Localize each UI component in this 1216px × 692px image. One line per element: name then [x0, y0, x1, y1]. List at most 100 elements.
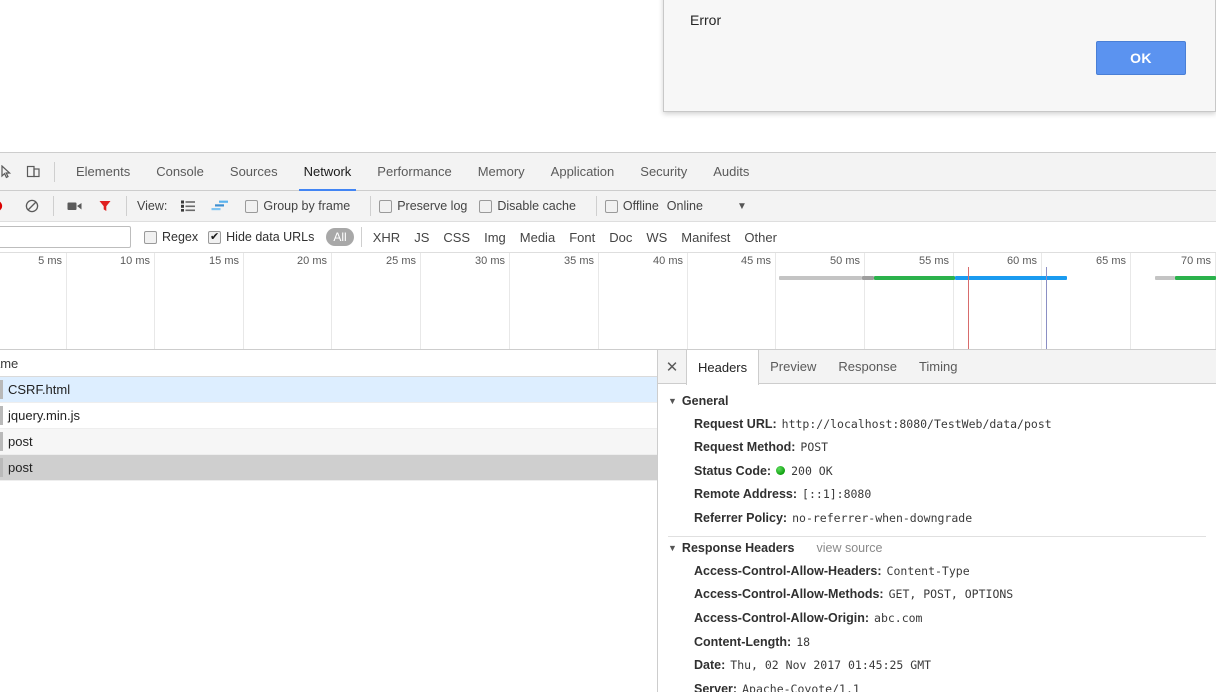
filter-type-other[interactable]: Other	[737, 228, 784, 247]
filter-type-doc[interactable]: Doc	[602, 228, 639, 247]
filter-type-img[interactable]: Img	[477, 228, 513, 247]
response-header-row: Content-Length: 18	[658, 630, 1216, 654]
network-filter-bar: lter Regex Hide data URLs All XHR JS CSS…	[0, 222, 1216, 253]
headers-body: ▼ General Request URL: http://localhost:8…	[658, 384, 1216, 692]
tab-elements[interactable]: Elements	[63, 153, 143, 191]
view-source-link[interactable]: view source	[816, 541, 882, 555]
response-header-row: Server: Apache-Coyote/1.1	[658, 677, 1216, 692]
detail-tab-preview[interactable]: Preview	[759, 350, 827, 384]
device-toolbar-icon[interactable]	[20, 159, 46, 185]
tab-audits[interactable]: Audits	[700, 153, 762, 191]
hide-data-urls-box	[208, 230, 222, 244]
request-list-header[interactable]: ame	[0, 350, 657, 377]
hide-data-urls-label: Hide data URLs	[226, 230, 315, 244]
general-row: Request Method: POST	[658, 436, 1216, 460]
general-row: Request URL: http://localhost:8080/TestWe…	[658, 412, 1216, 436]
close-icon[interactable]: ✕	[658, 350, 686, 384]
group-by-frame-label: Group by frame	[263, 199, 351, 213]
record-button-icon[interactable]	[0, 199, 7, 213]
disable-cache-checkbox[interactable]: Disable cache	[479, 199, 576, 213]
request-name: jquery.min.js	[8, 408, 81, 423]
regex-box	[144, 230, 157, 244]
table-row[interactable]: jquery.min.js	[0, 403, 657, 429]
tab-application[interactable]: Application	[538, 153, 628, 191]
header-key: Content-Length:	[694, 634, 792, 649]
table-row[interactable]: post	[0, 455, 657, 481]
tab-performance[interactable]: Performance	[364, 153, 464, 191]
request-1-waiting	[862, 276, 874, 280]
devtools-panel: Elements Console Sources Network Perform…	[0, 152, 1216, 692]
hide-data-urls-checkbox[interactable]: Hide data URLs	[208, 230, 314, 244]
header-key: Request Method:	[694, 440, 796, 455]
dom-content-loaded-line	[968, 267, 969, 349]
general-rows: Request URL: http://localhost:8080/TestWe…	[658, 412, 1216, 530]
header-key: Server:	[694, 681, 738, 692]
filter-type-all[interactable]: All	[326, 228, 354, 246]
offline-label: Offline	[622, 199, 659, 213]
response-headers-section-header[interactable]: ▼ Response Headers view source	[658, 537, 1216, 559]
preserve-log-checkbox[interactable]: Preserve log	[379, 199, 467, 213]
header-key: Access-Control-Allow-Headers:	[694, 563, 882, 578]
regex-checkbox[interactable]: Regex	[144, 230, 198, 244]
tab-security[interactable]: Security	[627, 153, 700, 191]
detail-tab-timing[interactable]: Timing	[908, 350, 969, 384]
toolbar-divider-4	[370, 196, 372, 216]
header-value: Content-Type	[886, 563, 970, 578]
tab-sources[interactable]: Sources	[217, 153, 291, 191]
disable-cache-box	[479, 199, 493, 213]
filter-type-media[interactable]: Media	[513, 228, 562, 247]
disable-cache-label: Disable cache	[497, 199, 576, 213]
filter-type-xhr[interactable]: XHR	[366, 228, 407, 247]
request-name: CSRF.html	[8, 382, 71, 397]
filter-input[interactable]: lter	[0, 226, 131, 248]
request-list-panel: ame CSRF.html jquery.min.js post post	[0, 350, 658, 692]
dialog-ok-button[interactable]: OK	[1096, 41, 1186, 75]
tab-network[interactable]: Network	[291, 153, 365, 191]
network-toolbar: View: Group by frame Preserve log Disabl…	[0, 191, 1216, 222]
capture-screenshots-icon[interactable]	[62, 193, 88, 219]
throttling-value[interactable]: Online	[667, 199, 703, 213]
toolbar-divider-2	[53, 196, 54, 216]
chevron-down-icon[interactable]: ▼	[737, 201, 747, 212]
group-by-frame-checkbox[interactable]: Group by frame	[245, 199, 350, 213]
general-section-header[interactable]: ▼ General	[658, 390, 1216, 412]
filter-type-js[interactable]: JS	[407, 228, 436, 247]
clear-button-icon[interactable]	[19, 193, 45, 219]
general-row: Referrer Policy: no-referrer-when-downgra…	[658, 507, 1216, 531]
filter-divider	[360, 227, 362, 247]
toolbar-divider-5	[595, 196, 597, 216]
filter-type-font[interactable]: Font	[562, 228, 602, 247]
header-key: Access-Control-Allow-Origin:	[694, 610, 870, 625]
header-value: 18	[796, 634, 811, 649]
tab-console[interactable]: Console	[143, 153, 217, 191]
table-row[interactable]: post	[0, 429, 657, 455]
inspect-element-icon[interactable]	[0, 159, 20, 185]
toolbar-divider	[54, 161, 55, 182]
header-key: Remote Address:	[694, 487, 798, 502]
response-header-row: Access-Control-Allow-Origin: abc.com	[658, 606, 1216, 630]
network-overview-timeline[interactable]: 5 ms 10 ms 15 ms 20 ms 25 ms 30 ms 35 ms 40 ms 4…	[0, 253, 1216, 350]
general-row: Remote Address: [::1]:8080	[658, 483, 1216, 507]
view-label: View:	[137, 199, 168, 213]
timeline-tick: 70 ms	[0, 253, 1216, 349]
header-value: 200 OK	[791, 463, 833, 478]
waterfall-view-icon[interactable]	[207, 193, 233, 219]
filter-type-css[interactable]: CSS	[436, 228, 477, 247]
filter-type-ws[interactable]: WS	[639, 228, 674, 247]
response-header-rows: Access-Control-Allow-Headers: Content-Typ…	[658, 559, 1216, 692]
header-key: Request URL:	[694, 416, 777, 431]
detail-tab-response[interactable]: Response	[827, 350, 908, 384]
tab-memory[interactable]: Memory	[465, 153, 538, 191]
detail-tab-headers[interactable]: Headers	[686, 350, 760, 385]
details-tabstrip: ✕ Headers Preview Response Timing	[658, 350, 1216, 385]
offline-checkbox[interactable]: Offline	[604, 199, 659, 213]
filter-funnel-icon[interactable]	[92, 193, 118, 219]
group-by-frame-box	[245, 199, 259, 213]
filter-type-manifest[interactable]: Manifest	[674, 228, 737, 247]
status-ok-icon	[776, 465, 786, 475]
offline-box	[604, 199, 618, 213]
table-row[interactable]: CSRF.html	[0, 377, 657, 403]
error-dialog: Error OK	[663, 0, 1216, 112]
general-row: Status Code: 200 OK	[658, 459, 1216, 483]
list-view-icon[interactable]	[175, 193, 201, 219]
